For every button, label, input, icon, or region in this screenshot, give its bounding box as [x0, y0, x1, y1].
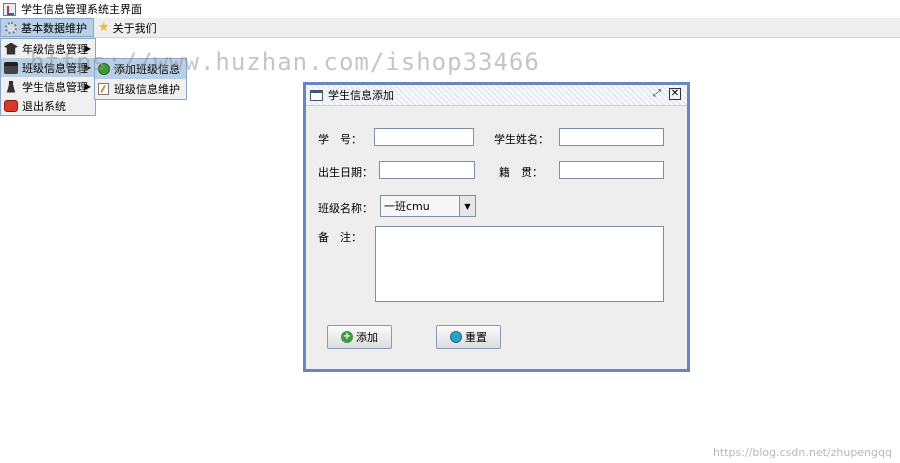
- native-place-label: 籍 贯：: [499, 166, 543, 179]
- graduation-cap-icon: [4, 42, 18, 55]
- add-button[interactable]: + 添加: [327, 325, 392, 349]
- menu-basic-data[interactable]: 基本数据维护: [0, 18, 94, 37]
- submenu-arrow-icon: ▶: [84, 82, 91, 91]
- star-icon: ★: [98, 20, 110, 35]
- class-select[interactable]: 一班cmu ▼: [380, 195, 476, 217]
- dialog-title: 学生信息添加: [328, 89, 394, 102]
- dropdown-item-exit[interactable]: 退出系统: [1, 96, 95, 115]
- dropdown-item-label: 退出系统: [22, 99, 66, 113]
- watermark-text: https://www.huzhan.com/ishop33466: [30, 48, 540, 76]
- student-icon: [6, 80, 16, 93]
- gear-icon: [5, 21, 17, 34]
- window-titlebar: 学生信息管理系统主界面: [0, 0, 900, 18]
- student-name-label: 学生姓名：: [494, 133, 549, 146]
- student-add-dialog: 学生信息添加 ⤢ ✕ 学 号： 学生姓名： 出生日期： 籍 贯： 班级名称： 一…: [303, 82, 690, 372]
- window-icon: [310, 89, 323, 101]
- submenu-item-maintain-class[interactable]: 班级信息维护: [95, 79, 186, 99]
- exit-icon: [4, 99, 18, 112]
- class-name-label: 班级名称：: [318, 202, 373, 215]
- reset-button[interactable]: 重置: [436, 325, 501, 349]
- chevron-down-icon[interactable]: ▼: [459, 196, 475, 216]
- reset-button-label: 重置: [465, 331, 487, 344]
- student-id-field[interactable]: [374, 128, 474, 146]
- remarks-label: 备 注：: [318, 231, 362, 244]
- remarks-textarea[interactable]: [375, 226, 664, 302]
- student-name-field[interactable]: [559, 128, 664, 146]
- student-id-label: 学 号：: [318, 133, 362, 146]
- edit-icon: [98, 83, 109, 95]
- window-title: 学生信息管理系统主界面: [21, 3, 142, 16]
- java-app-icon: [3, 2, 16, 16]
- native-place-field[interactable]: [559, 161, 664, 179]
- plus-icon: +: [341, 331, 353, 343]
- dropdown-item-label: 学生信息管理: [22, 80, 88, 94]
- dialog-titlebar[interactable]: 学生信息添加 ⤢ ✕: [306, 85, 687, 106]
- close-icon[interactable]: ✕: [669, 88, 681, 100]
- menu-about-us-label: 关于我们: [112, 21, 157, 35]
- menu-basic-data-label: 基本数据维护: [21, 21, 87, 35]
- restore-icon[interactable]: ⤢: [653, 88, 661, 99]
- dropdown-item-student[interactable]: 学生信息管理 ▶: [1, 77, 95, 96]
- footer-watermark: https://blog.csdn.net/zhupengqq: [712, 446, 892, 459]
- add-button-label: 添加: [356, 331, 378, 344]
- submenu-item-label: 班级信息维护: [114, 83, 180, 96]
- reset-icon: [450, 331, 462, 343]
- menu-bar: 基本数据维护 ★ 关于我们: [0, 18, 900, 38]
- birth-date-label: 出生日期：: [318, 166, 373, 179]
- menu-about-us[interactable]: ★ 关于我们: [94, 18, 163, 37]
- classroom-icon: [4, 61, 18, 74]
- class-select-value: 一班cmu: [384, 200, 430, 213]
- birth-date-field[interactable]: [379, 161, 475, 179]
